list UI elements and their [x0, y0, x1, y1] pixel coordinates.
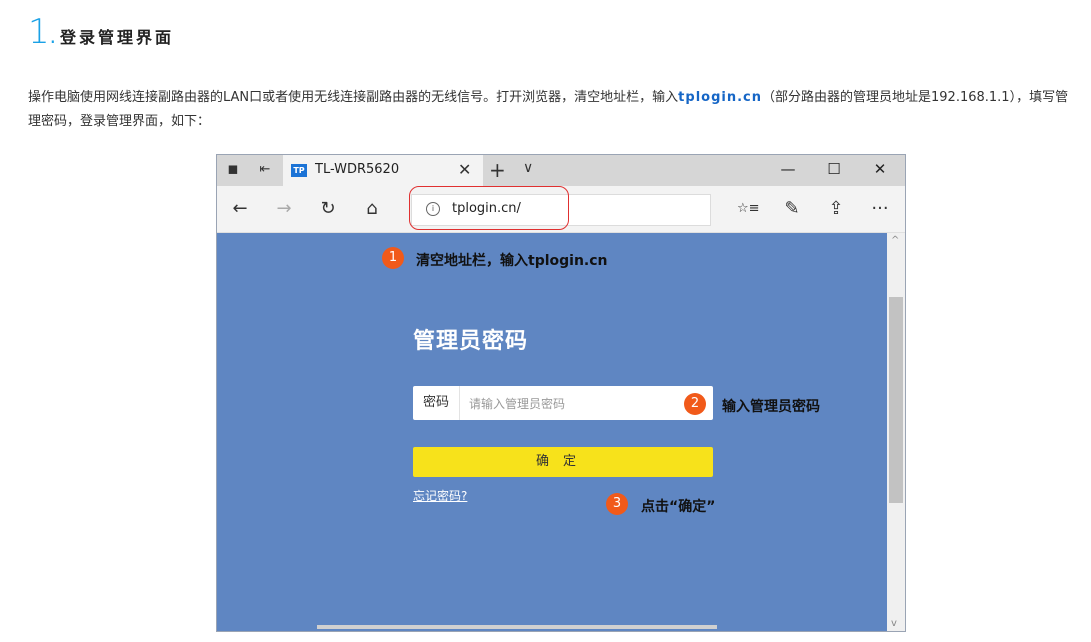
tab-title: TL-WDR5620	[315, 162, 400, 177]
new-tab-icon[interactable]: +	[489, 158, 506, 182]
maximize-icon[interactable]: ☐	[819, 160, 849, 178]
intro-link[interactable]: tplogin.cn	[678, 90, 762, 105]
tab-bar: ◼ ⇤ TP TL-WDR5620 ✕ + ∨ — ☐ ✕	[217, 155, 905, 186]
forward-icon[interactable]: →	[273, 198, 295, 220]
scroll-down-icon[interactable]: v	[891, 618, 897, 629]
notes-icon[interactable]: ✎	[781, 198, 803, 220]
address-highlight-box	[409, 186, 569, 230]
annotation-1-badge: 1	[382, 247, 404, 269]
router-login-page: 管理员密码 密码 请输入管理员密码 确定 忘记密码?	[217, 233, 887, 631]
horizontal-scrollbar[interactable]	[317, 625, 717, 629]
home-icon[interactable]: ⌂	[361, 198, 383, 220]
scroll-up-icon[interactable]: ^	[891, 235, 899, 246]
annotation-2-text: 输入管理员密码	[722, 399, 820, 415]
close-window-icon[interactable]: ✕	[865, 160, 895, 178]
annotation-3-text: 点击“确定”	[641, 499, 716, 515]
intro-text-before: 操作电脑使用网线连接副路由器的LAN口或者使用无线连接副路由器的无线信号。打开浏…	[28, 90, 679, 105]
section-number: 1	[28, 12, 50, 52]
password-label: 密码	[413, 386, 460, 420]
confirm-button[interactable]: 确定	[413, 447, 713, 477]
annotation-3-badge: 3	[606, 493, 628, 515]
section-dot: .	[49, 24, 56, 48]
intro-paragraph: 操作电脑使用网线连接副路由器的LAN口或者使用无线连接副路由器的无线信号。打开浏…	[28, 86, 1078, 134]
minimize-icon[interactable]: —	[773, 160, 803, 178]
section-title: 登录管理界面	[60, 28, 175, 47]
vertical-scrollbar[interactable]: ^ v	[887, 233, 905, 631]
tp-logo-icon: TP	[291, 164, 307, 177]
tab-aside-icon[interactable]: ⇤	[257, 162, 273, 178]
favorites-icon[interactable]: ☆≡	[737, 198, 760, 220]
tab-active[interactable]: TP TL-WDR5620 ✕	[283, 155, 483, 186]
refresh-icon[interactable]: ↻	[317, 198, 339, 220]
more-icon[interactable]: ···	[869, 198, 891, 220]
forgot-password-link[interactable]: 忘记密码?	[413, 487, 467, 504]
section-heading: 1 . 登录管理界面	[28, 12, 174, 52]
password-input[interactable]: 请输入管理员密码	[469, 395, 565, 412]
annotation-1-text: 清空地址栏，输入tplogin.cn	[416, 253, 608, 269]
back-icon[interactable]: ←	[229, 198, 251, 220]
tab-menu-icon[interactable]: ∨	[523, 160, 533, 176]
tab-preview-icon[interactable]: ◼	[225, 162, 241, 178]
tab-close-icon[interactable]: ✕	[458, 160, 471, 179]
page-title: 管理员密码	[413, 329, 529, 354]
password-field[interactable]: 密码 请输入管理员密码	[413, 386, 713, 420]
scroll-thumb[interactable]	[889, 297, 903, 503]
annotation-2-badge: 2	[684, 393, 706, 415]
share-icon[interactable]: ⇪	[825, 198, 847, 220]
